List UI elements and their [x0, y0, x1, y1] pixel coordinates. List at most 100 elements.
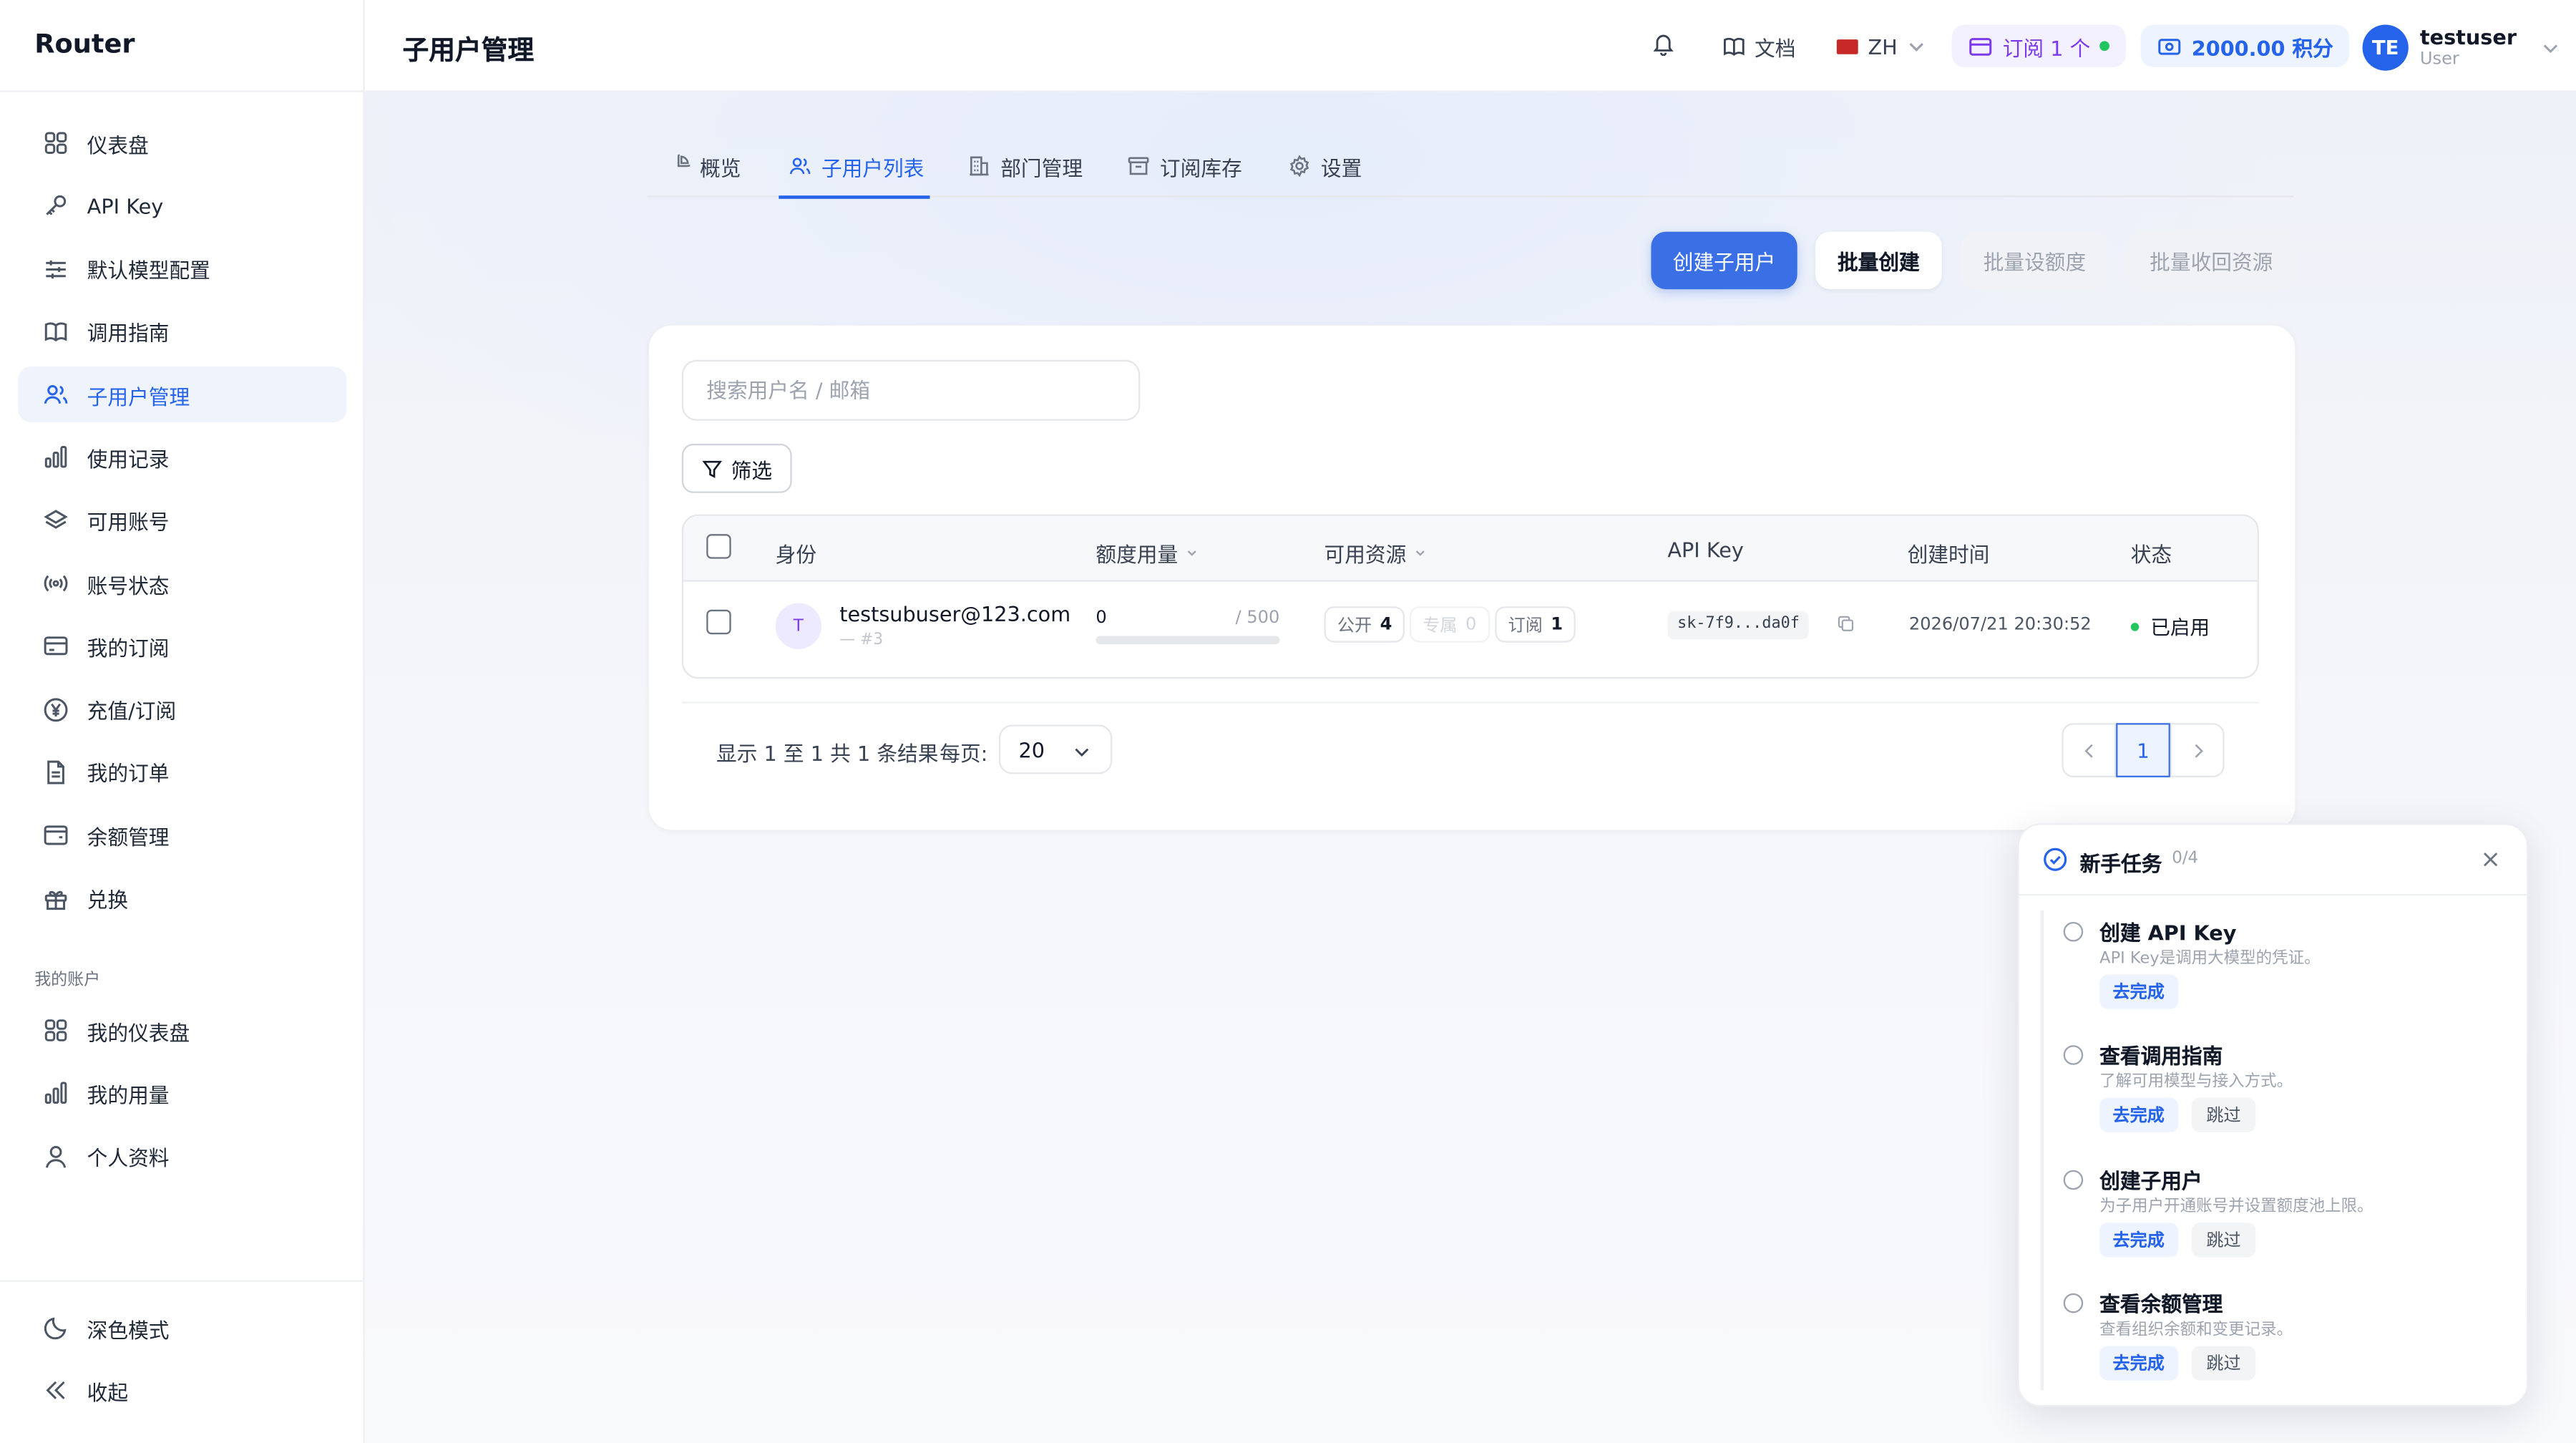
- resource-tag-label: 公开: [1337, 615, 1372, 636]
- batch-set-quota-button[interactable]: 批量设额度: [1961, 231, 2108, 290]
- card-icon: [1968, 34, 1993, 58]
- divider: [0, 90, 365, 92]
- task-go-button[interactable]: 去完成: [2099, 974, 2178, 1009]
- resource-tag-subscription: 订阅 1: [1495, 606, 1576, 643]
- column-header-identity: 身份: [775, 542, 817, 568]
- notifications-button[interactable]: [1651, 24, 1675, 67]
- api-key-value: sk-7f9...da0f: [1667, 611, 1810, 640]
- resource-tag-exclusive: 专属 0: [1409, 606, 1490, 643]
- points-label: 2000.00 积分: [2191, 35, 2333, 60]
- task-go-button[interactable]: 去完成: [2099, 1346, 2178, 1381]
- table-row[interactable]: T testsubuser@123.com — #3 0 / 500 公开 4 专…: [683, 582, 2257, 677]
- resource-tag-label: 专属: [1423, 615, 1458, 636]
- column-header-label: 可用资源: [1324, 542, 1407, 568]
- sub-user-table: 身份 额度用量 可用资源 API Key 创建时间 状态 T testsubus…: [681, 514, 2259, 679]
- tab-sub-user-list[interactable]: 子用户列表: [779, 135, 930, 199]
- sidebar-item-label: 个人资料: [87, 1145, 170, 1170]
- sidebar: Router 仪表盘 API Key 默认模型配置 调用指南 子用户管理 使用记…: [0, 0, 365, 1443]
- task-title: 查看调用指南: [2099, 1043, 2223, 1069]
- task-status-circle: [2063, 1045, 2084, 1065]
- quota-total: / 500: [1235, 608, 1280, 628]
- points-badge[interactable]: 2000.00 积分: [2140, 24, 2350, 68]
- sidebar-item-balance[interactable]: 余额管理: [18, 807, 346, 863]
- chevron-down-icon: [1075, 748, 1089, 757]
- task-title: 创建 API Key: [2099, 920, 2237, 946]
- column-header-status: 状态: [2130, 542, 2172, 568]
- moon-icon: [41, 1313, 70, 1342]
- subscription-badge[interactable]: 订阅 1 个: [1951, 24, 2127, 68]
- page-button-current[interactable]: 1: [2116, 723, 2170, 777]
- sidebar-item-api-key[interactable]: API Key: [18, 178, 346, 234]
- docs-link[interactable]: 文档: [1722, 24, 1795, 67]
- sidebar-item-my-dashboard[interactable]: 我的仪表盘: [18, 1003, 346, 1059]
- sidebar-item-label: 子用户管理: [87, 384, 190, 409]
- prev-page-button[interactable]: [2062, 723, 2117, 777]
- sidebar-item-label: 我的仪表盘: [87, 1019, 190, 1045]
- users-icon: [789, 157, 811, 175]
- status-badge: 已启用: [2130, 613, 2210, 641]
- language-selector[interactable]: ZH: [1836, 24, 1928, 67]
- task-skip-button[interactable]: 跳过: [2191, 1097, 2256, 1132]
- task-go-button[interactable]: 去完成: [2099, 1223, 2178, 1258]
- filter-button[interactable]: 筛选: [681, 443, 792, 493]
- sidebar-item-sub-users[interactable]: 子用户管理: [18, 366, 347, 423]
- sidebar-item-guide[interactable]: 调用指南: [18, 303, 346, 359]
- tab-label: 概览: [700, 155, 741, 180]
- per-page-select[interactable]: 20: [998, 724, 1113, 774]
- yen-icon: [41, 694, 70, 724]
- tab-overview[interactable]: 概览: [667, 135, 741, 197]
- sidebar-item-dashboard[interactable]: 仪表盘: [18, 115, 346, 171]
- column-header-resources[interactable]: 可用资源: [1324, 538, 1428, 569]
- task-skip-button[interactable]: 跳过: [2191, 1223, 2256, 1258]
- copy-icon[interactable]: [1837, 615, 1855, 633]
- bar-chart-icon: [41, 1079, 70, 1108]
- tab-subscription-inventory[interactable]: 订阅库存: [1127, 135, 1242, 197]
- language-label: ZH: [1868, 34, 1898, 59]
- brand-logo: Router: [34, 28, 135, 59]
- chart-pie-icon: [677, 154, 691, 167]
- batch-create-button[interactable]: 批量创建: [1815, 231, 1942, 290]
- column-header-quota[interactable]: 额度用量: [1096, 538, 1199, 569]
- onboarding-title: 新手任务: [2079, 851, 2162, 876]
- sidebar-item-model-config[interactable]: 默认模型配置: [18, 241, 346, 297]
- tab-departments[interactable]: 部门管理: [967, 135, 1083, 197]
- close-icon[interactable]: [2481, 850, 2501, 870]
- select-all-checkbox[interactable]: [706, 534, 731, 559]
- task-go-button[interactable]: 去完成: [2099, 1097, 2178, 1132]
- sidebar-item-account-status[interactable]: 账号状态: [18, 555, 346, 611]
- sub-user-card: 筛选 身份 额度用量 可用资源 API Key 创建时间 状态: [648, 325, 2296, 830]
- sidebar-item-my-usage[interactable]: 我的用量: [18, 1065, 346, 1121]
- sidebar-item-label: 我的订单: [87, 762, 170, 787]
- sidebar-item-usage[interactable]: 使用记录: [18, 429, 346, 485]
- user-email: testsubuser@123.com: [839, 601, 1071, 626]
- task-title: 创建子用户: [2099, 1168, 2202, 1193]
- next-page-button[interactable]: [2170, 723, 2225, 777]
- sidebar-item-label: 充值/订阅: [87, 699, 177, 724]
- sidebar-item-recharge[interactable]: 充值/订阅: [18, 681, 346, 737]
- sidebar-item-accounts[interactable]: 可用账号: [18, 492, 346, 548]
- dark-mode-toggle[interactable]: 深色模式: [18, 1300, 346, 1356]
- task-description: 为子用户开通账号并设置额度池上限。: [2099, 1197, 2373, 1216]
- sidebar-item-orders[interactable]: 我的订单: [18, 744, 346, 800]
- sliders-icon: [41, 254, 70, 283]
- search-input[interactable]: [681, 359, 1141, 421]
- user-menu[interactable]: TE testuser User: [2362, 23, 2563, 72]
- sidebar-nav: 仪表盘 API Key 默认模型配置 调用指南 子用户管理 使用记录 可用账号 …: [18, 115, 347, 933]
- batch-revoke-button[interactable]: 批量收回资源: [2127, 231, 2296, 290]
- dashboard-icon: [41, 1016, 70, 1045]
- sidebar-item-redeem[interactable]: 兑换: [18, 870, 346, 926]
- sidebar-item-label: 仪表盘: [87, 132, 149, 157]
- row-checkbox[interactable]: [706, 609, 731, 635]
- sidebar-item-label: 调用指南: [87, 321, 170, 346]
- user-id: — #3: [839, 631, 884, 649]
- collapse-sidebar-button[interactable]: 收起: [18, 1363, 346, 1419]
- sidebar-item-label: 余额管理: [87, 825, 170, 850]
- filter-icon: [702, 460, 723, 477]
- tab-bar: 概览 子用户列表 部门管理 订阅库存 设置: [647, 135, 2294, 199]
- create-sub-user-button[interactable]: 创建子用户: [1651, 231, 1797, 290]
- sidebar-item-profile[interactable]: 个人资料: [18, 1128, 346, 1184]
- tab-settings[interactable]: 设置: [1288, 135, 1362, 197]
- status-dot: [2100, 41, 2110, 52]
- sidebar-item-my-subscriptions[interactable]: 我的订阅: [18, 618, 346, 674]
- task-skip-button[interactable]: 跳过: [2191, 1346, 2256, 1381]
